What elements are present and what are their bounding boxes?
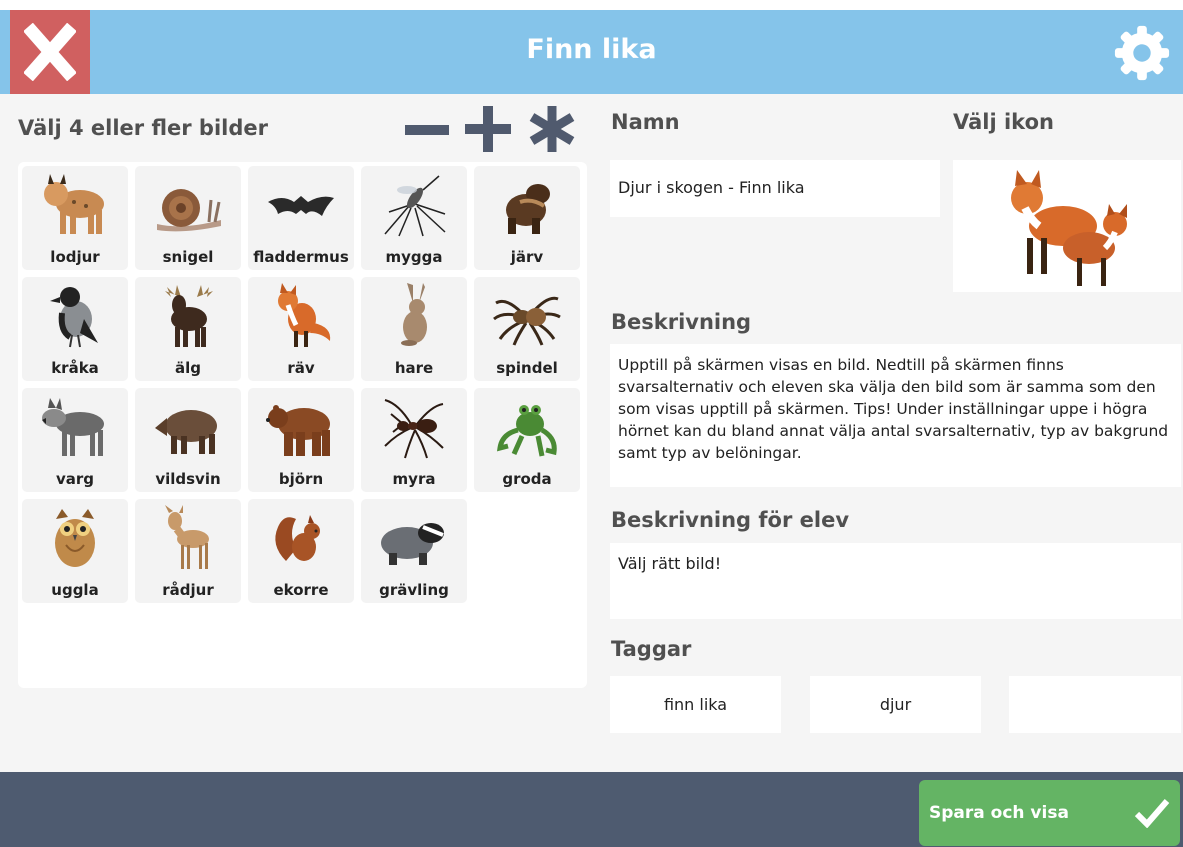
- save-and-show-button[interactable]: Spara och visa: [919, 780, 1180, 846]
- animal-card-kraka[interactable]: kråka: [22, 277, 128, 381]
- animal-label: mygga: [385, 248, 443, 266]
- owl-icon: [55, 509, 95, 567]
- snail-icon: [157, 189, 221, 232]
- animal-label: ekorre: [273, 581, 329, 599]
- boar-icon: [155, 410, 217, 454]
- animal-label: varg: [55, 470, 95, 488]
- animal-card-rav[interactable]: räv: [248, 277, 354, 381]
- student-description-value: Välj rätt bild!: [618, 554, 722, 573]
- image-grid: lodjur snigel fladdermus mygga järv kråk…: [18, 162, 587, 688]
- animal-card-groda[interactable]: groda: [474, 388, 580, 492]
- animal-label: vildsvin: [155, 470, 221, 488]
- animal-label: järv: [510, 248, 544, 266]
- plus-icon[interactable]: [465, 106, 511, 152]
- crow-icon: [50, 287, 98, 348]
- animal-card-gravling[interactable]: grävling: [361, 499, 467, 603]
- deer-icon: [165, 505, 209, 569]
- animal-label: björn: [278, 470, 324, 488]
- animal-label: fladdermus: [253, 248, 349, 266]
- bat-icon: [268, 196, 334, 216]
- animal-card-mygga[interactable]: mygga: [361, 166, 467, 270]
- gear-icon[interactable]: [1113, 24, 1171, 82]
- description-heading: Beskrivning: [611, 310, 752, 334]
- name-field[interactable]: Djur i skogen - Finn lika: [610, 160, 940, 217]
- name-value: Djur i skogen - Finn lika: [618, 178, 805, 197]
- squirrel-icon: [275, 515, 320, 561]
- animal-card-radjur[interactable]: rådjur: [135, 499, 241, 603]
- picker-heading: Välj 4 eller fler bilder: [18, 116, 268, 140]
- animal-card-lodjur[interactable]: lodjur: [22, 166, 128, 270]
- animal-card-uggla[interactable]: uggla: [22, 499, 128, 603]
- frog-icon: [496, 405, 557, 457]
- animal-card-hare[interactable]: hare: [361, 277, 467, 381]
- animal-label: älg: [174, 359, 201, 377]
- animal-card-jarv[interactable]: järv: [474, 166, 580, 270]
- lynx-icon: [44, 174, 104, 234]
- spider-icon: [493, 296, 561, 346]
- animal-label: hare: [394, 359, 434, 377]
- wolf-icon: [42, 398, 104, 456]
- animal-label: lodjur: [50, 248, 100, 266]
- animal-card-ekorre[interactable]: ekorre: [248, 499, 354, 603]
- animal-label: räv: [287, 359, 315, 377]
- hare-icon: [401, 283, 427, 346]
- badger-icon: [381, 523, 444, 565]
- animal-label: uggla: [51, 581, 99, 599]
- mosquito-icon: [384, 175, 446, 237]
- icon-heading: Välj ikon: [953, 110, 1054, 134]
- animal-label: snigel: [162, 248, 214, 266]
- checkmark-icon: [1134, 799, 1170, 828]
- page-title: Finn lika: [526, 34, 657, 65]
- editor-area: Välj 4 eller fler bilder lodjur snigel f…: [0, 94, 1183, 772]
- bear-icon: [266, 405, 330, 456]
- tags-heading: Taggar: [611, 637, 692, 661]
- save-button-label: Spara och visa: [929, 803, 1069, 823]
- animal-card-snigel[interactable]: snigel: [135, 166, 241, 270]
- animal-card-vildsvin[interactable]: vildsvin: [135, 388, 241, 492]
- minus-icon[interactable]: [405, 112, 449, 148]
- animal-card-myra[interactable]: myra: [361, 388, 467, 492]
- animal-label: rådjur: [162, 581, 214, 599]
- animal-label: spindel: [496, 359, 558, 377]
- animal-label: myra: [392, 470, 436, 488]
- fox-icon: [1011, 170, 1127, 286]
- fox-icon: [278, 283, 331, 347]
- animal-card-bjorn[interactable]: björn: [248, 388, 354, 492]
- animal-label: kråka: [51, 359, 99, 377]
- student-description-heading: Beskrivning för elev: [611, 508, 850, 532]
- asterisk-icon[interactable]: [528, 106, 576, 152]
- tag-field[interactable]: finn lika: [610, 676, 781, 733]
- description-value: Upptill på skärmen visas en bild. Nedtil…: [618, 356, 1169, 462]
- animal-label: groda: [502, 470, 552, 488]
- tag-field[interactable]: djur: [810, 676, 981, 733]
- moose-icon: [165, 285, 213, 347]
- animal-card-alg[interactable]: älg: [135, 277, 241, 381]
- name-heading: Namn: [611, 110, 680, 134]
- animal-label: grävling: [379, 581, 449, 599]
- wolverine-icon: [506, 184, 550, 234]
- student-description-field[interactable]: Välj rätt bild!: [610, 543, 1181, 619]
- animal-card-spindel[interactable]: spindel: [474, 277, 580, 381]
- tag-field[interactable]: [1009, 676, 1181, 733]
- description-field[interactable]: Upptill på skärmen visas en bild. Nedtil…: [610, 344, 1181, 487]
- icon-selector[interactable]: [953, 160, 1181, 292]
- ant-icon: [384, 399, 444, 459]
- animal-card-varg[interactable]: varg: [22, 388, 128, 492]
- animal-card-fladdermus[interactable]: fladdermus: [248, 166, 354, 270]
